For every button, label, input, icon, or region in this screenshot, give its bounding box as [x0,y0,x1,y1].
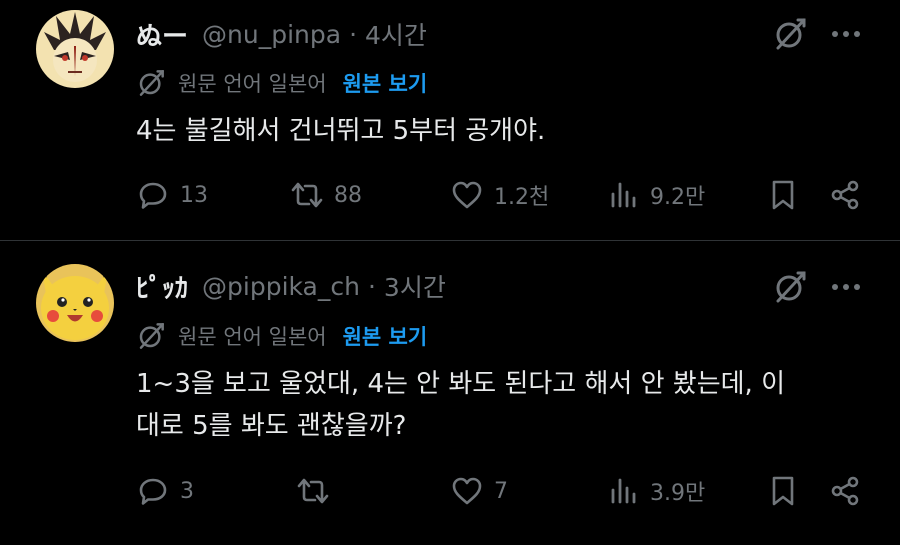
display-name[interactable]: ぬー [136,16,188,53]
tweet-header: ﾋﾟｯｶ @pippika_ch · 3시간 [136,266,446,306]
avatar[interactable] [36,264,114,342]
translation-notice: 원문 언어 일본어 원본 보기 [136,320,427,352]
retweet-count: 88 [334,182,362,208]
tweet-text-line: 대로 5를 봐도 괜찮을까? [136,411,407,441]
tweet-1[interactable]: ぬー @nu_pinpa · 4시간 원문 언어 일본어 원본 보기 4는 불길… [0,0,900,240]
reply-count: 13 [180,182,208,208]
heart-icon [450,178,484,212]
heart-icon [450,474,484,508]
like-button[interactable]: 7 [450,471,508,511]
tweet-2[interactable]: ﾋﾟｯｶ @pippika_ch · 3시간 원문 언어 일본어 원본 보기 1… [0,242,900,545]
separator: · [367,271,376,301]
translation-notice: 원문 언어 일본어 원본 보기 [136,67,427,99]
bookmark-button[interactable] [766,471,800,511]
reply-icon [136,178,170,212]
separator: · [349,19,358,49]
retweet-button[interactable]: 88 [290,175,362,215]
grok-icon[interactable] [772,16,808,52]
more-icon[interactable] [826,16,866,52]
display-name[interactable]: ﾋﾟｯｶ [136,268,188,305]
share-icon [828,474,862,508]
view-count: 3.9만 [650,481,706,506]
share-icon [828,178,862,212]
translation-label: 원문 언어 일본어 [178,325,327,349]
show-original-link[interactable]: 원본 보기 [343,321,428,351]
translate-icon [136,68,166,98]
avatar[interactable] [36,10,114,88]
handle[interactable]: @pippika_ch [202,272,360,301]
action-bar: 13 88 1.2천 9.2만 [0,175,900,215]
translation-label: 원문 언어 일본어 [178,72,327,96]
reply-icon [136,474,170,508]
timestamp[interactable]: 3시간 [384,268,446,304]
view-count: 9.2만 [650,185,706,210]
views-button[interactable]: 9.2만 [606,175,705,215]
retweet-button[interactable] [296,471,340,511]
grok-icon[interactable] [772,269,808,305]
show-original-link[interactable]: 원본 보기 [343,68,428,98]
tweet-text: 4는 불길해서 건너뛰고 5부터 공개야. [136,110,856,152]
share-button[interactable] [828,471,862,511]
views-icon [606,474,640,508]
tweet-text-line: 4는 불길해서 건너뛰고 5부터 공개야. [136,116,546,146]
like-button[interactable]: 1.2천 [450,175,549,215]
action-bar: 3 7 3.9만 [0,471,900,511]
reply-count: 3 [180,478,194,504]
reply-button[interactable]: 13 [136,175,208,215]
retweet-icon [296,474,330,508]
translate-icon [136,321,166,351]
like-count: 1.2천 [494,185,550,210]
bookmark-icon [766,474,800,508]
retweet-icon [290,178,324,212]
views-icon [606,178,640,212]
reply-button[interactable]: 3 [136,471,194,511]
tweet-divider [0,240,900,241]
bookmark-button[interactable] [766,175,800,215]
more-icon[interactable] [826,269,866,305]
tweet-text-line: 1~3을 보고 울었대, 4는 안 봐도 된다고 해서 안 봤는데, 이 [136,369,785,399]
bookmark-icon [766,178,800,212]
tweet-text: 1~3을 보고 울었대, 4는 안 봐도 된다고 해서 안 봤는데, 이 대로 … [136,363,856,447]
timestamp[interactable]: 4시간 [365,16,427,52]
handle[interactable]: @nu_pinpa [202,20,341,49]
tweet-header: ぬー @nu_pinpa · 4시간 [136,14,427,54]
views-button[interactable]: 3.9만 [606,471,705,511]
like-count: 7 [494,478,508,504]
share-button[interactable] [828,175,862,215]
